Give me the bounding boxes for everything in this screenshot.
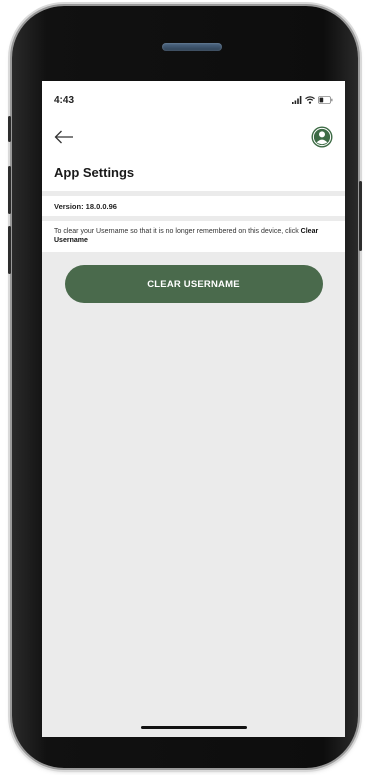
- phone-volume-down-button: [8, 226, 11, 274]
- version-row: Version: 18.0.0.96: [42, 196, 345, 216]
- phone-frame: 4:43 App Settings Version: 18.0.0.96 To …: [8, 6, 362, 768]
- status-time: 4:43: [54, 94, 75, 106]
- clear-username-info: To clear your Username so that it is no …: [42, 221, 345, 252]
- back-button[interactable]: [54, 130, 74, 144]
- page-title: App Settings: [54, 165, 135, 180]
- status-bar: 4:43: [54, 93, 333, 107]
- phone-power-button: [359, 181, 362, 251]
- status-icons: [292, 96, 333, 104]
- user-circle-icon: [311, 126, 333, 148]
- arrow-left-icon: [54, 130, 73, 144]
- clear-username-button[interactable]: CLEAR USERNAME: [64, 265, 323, 303]
- info-text: To clear your Username so that it is no …: [54, 228, 301, 235]
- wifi-icon: [305, 96, 315, 104]
- version-text: Version: 18.0.0.96: [54, 201, 117, 211]
- app-screen: 4:43 App Settings Version: 18.0.0.96 To …: [42, 81, 345, 737]
- phone-volume-up-button: [8, 166, 11, 214]
- home-indicator: [141, 726, 247, 729]
- nav-row: [54, 123, 333, 151]
- header-area: 4:43 App Settings: [42, 81, 345, 191]
- phone-silent-switch: [8, 116, 11, 142]
- profile-button[interactable]: [311, 126, 333, 148]
- battery-icon: [318, 96, 333, 104]
- cellular-signal-icon: [292, 96, 302, 104]
- phone-speaker: [162, 43, 222, 51]
